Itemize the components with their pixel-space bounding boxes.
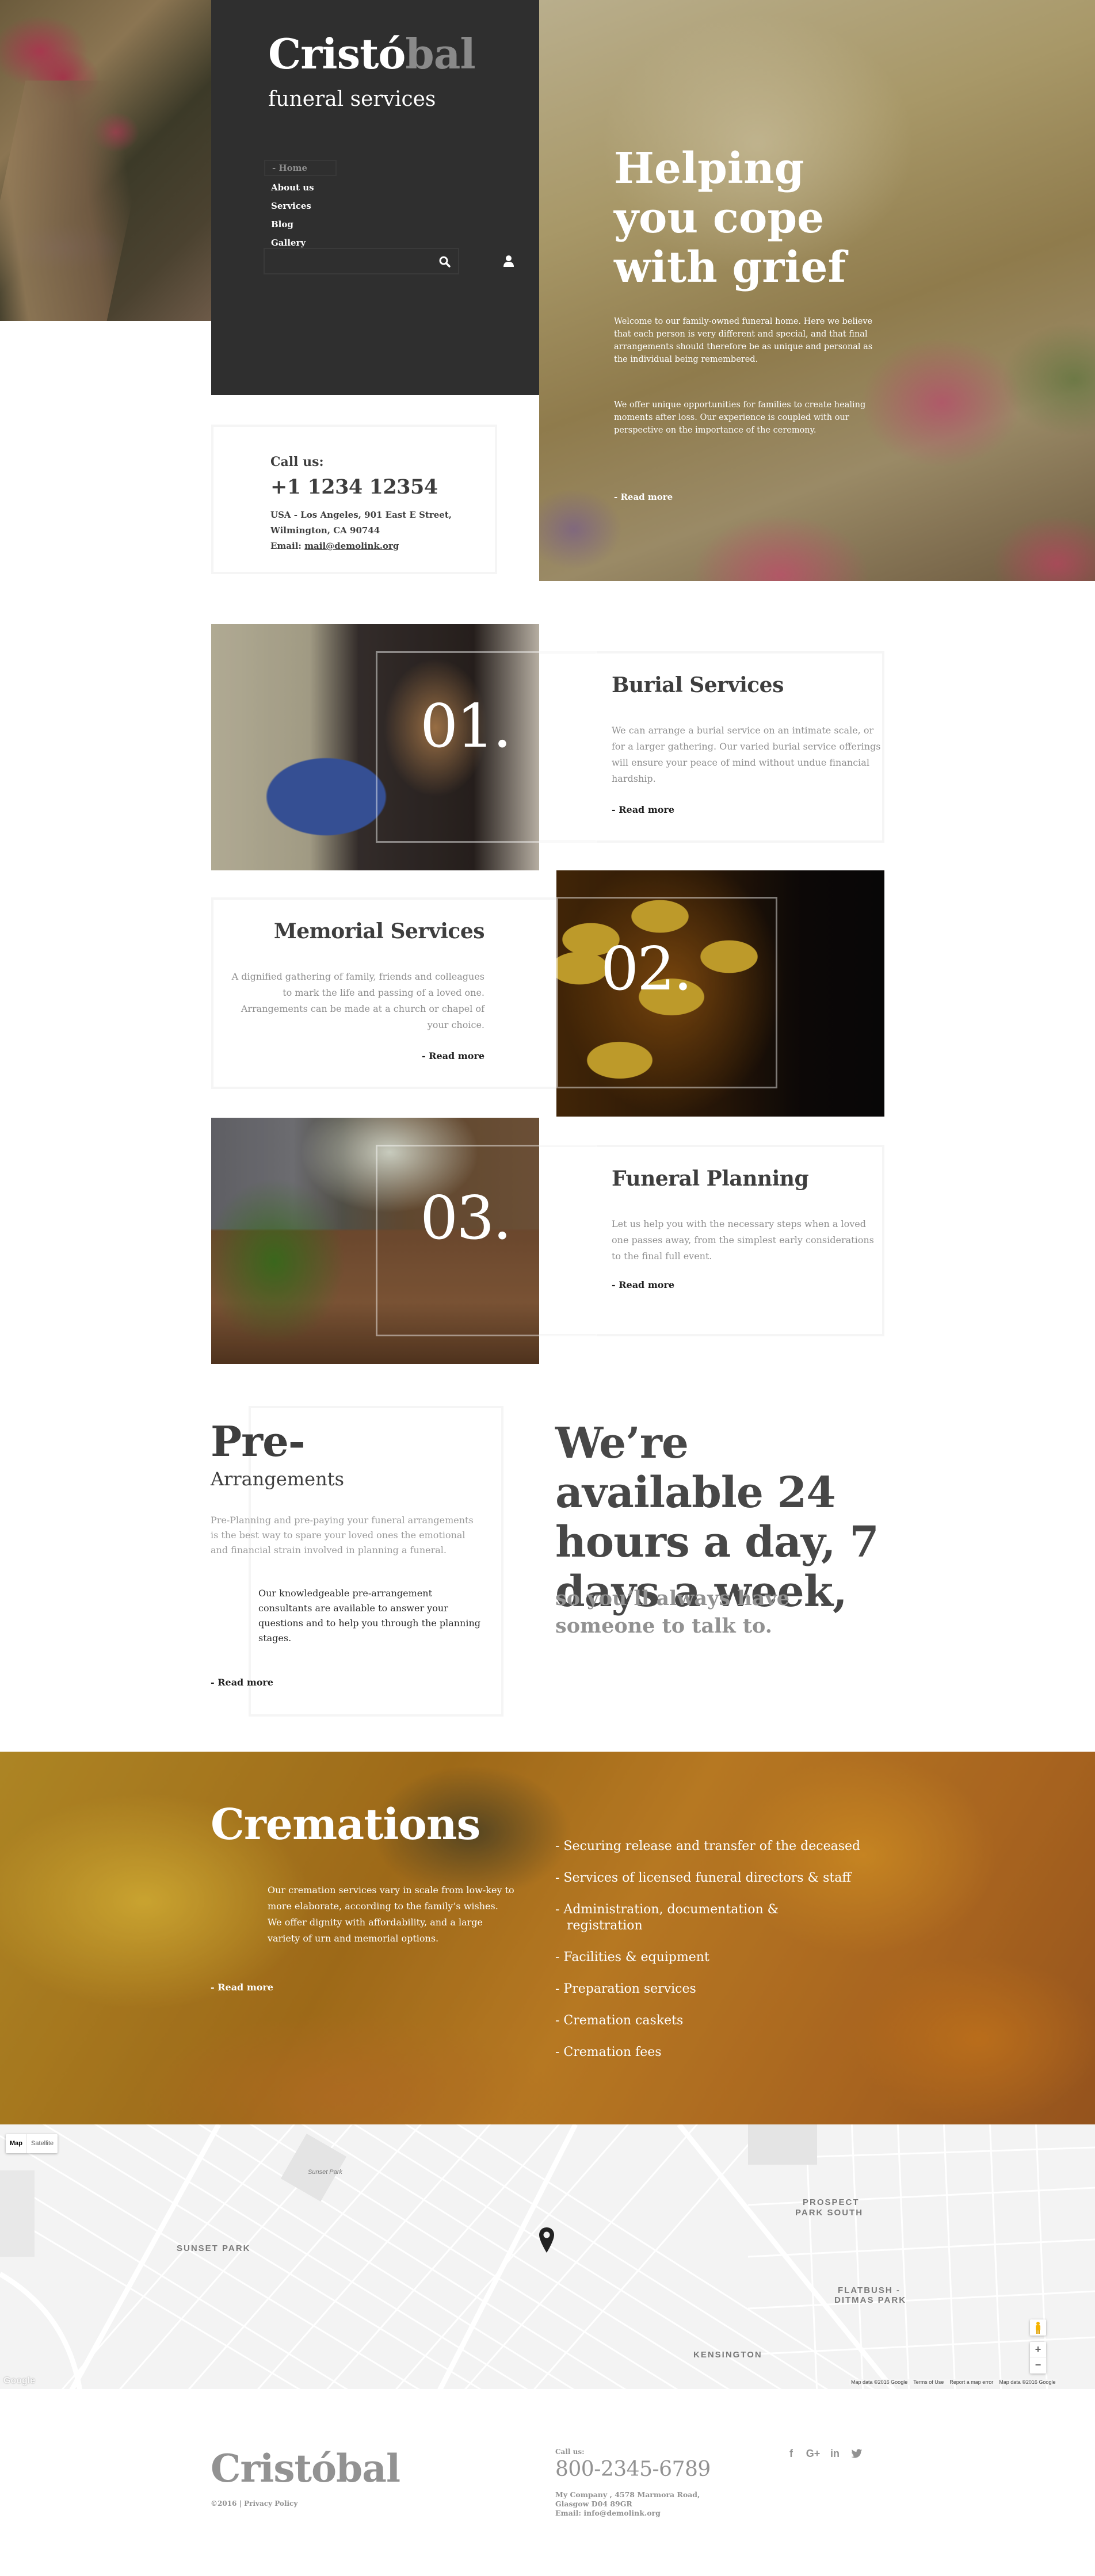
service-read-more-link[interactable]: - Read more	[612, 1279, 674, 1290]
pre-arrangements-title: Pre-	[211, 1417, 306, 1466]
list-item: - Preparation services	[555, 1982, 696, 1996]
nav-item-home[interactable]: - Home	[264, 160, 337, 176]
nav-item-about[interactable]: About us	[264, 178, 337, 197]
logo-tagline: funeral services	[268, 87, 436, 111]
footer-copyright: ©2016 | Privacy Policy	[211, 2499, 297, 2508]
service-card-memorial: Memorial Services A dignified gathering …	[211, 897, 556, 1089]
list-item: - Securing release and transfer of the d…	[555, 1839, 861, 1853]
pre-arrangements-paragraph-1: Pre-Planning and pre-paying your funeral…	[211, 1515, 474, 1555]
email-row: Email: mail@demolink.org	[270, 538, 489, 554]
map-type-map-button[interactable]: Map	[6, 2134, 27, 2153]
service-text: We can arrange a burial service on an in…	[612, 725, 881, 784]
email-label: Email:	[270, 541, 305, 551]
list-item: - Services of licensed funeral directors…	[555, 1871, 851, 1885]
pre-arrangements-read-more-link[interactable]: - Read more	[211, 1677, 273, 1688]
user-icon[interactable]	[502, 254, 515, 268]
logo-part1: Cristó	[268, 29, 406, 78]
nav-item-services[interactable]: Services	[264, 197, 337, 215]
pre-arrangements-paragraph-2: Our knowledgeable pre-arrangement consul…	[258, 1588, 481, 1644]
footer-logo[interactable]: Cristóbal	[211, 2449, 400, 2487]
map-zoom-control: + −	[1030, 2342, 1046, 2374]
map-zoom-in-button[interactable]: +	[1030, 2342, 1046, 2357]
map-label-sunset-park-small: Sunset Park	[308, 2169, 342, 2176]
map-label-prospect-park-south-1: PROSPECT	[803, 2197, 860, 2207]
search-box	[264, 248, 459, 274]
logo-part2: bal	[405, 29, 475, 78]
service-number: 01.	[420, 691, 512, 761]
cremations-read-more-link[interactable]: - Read more	[211, 1982, 273, 1993]
hero-title: Helping you cope with grief	[614, 144, 846, 292]
map-attribution: Map data ©2016 Google Terms of Use Repor…	[849, 2379, 1058, 2385]
google-plus-icon[interactable]: G+	[806, 2448, 821, 2459]
street-view-pegman-icon[interactable]	[1030, 2319, 1046, 2336]
map-zoom-out-button[interactable]: −	[1030, 2357, 1046, 2373]
map-type-control: Map Satellite	[6, 2134, 58, 2153]
address-line-2: Wilmington, CA 90744	[270, 525, 380, 536]
footer-call-label: Call us:	[555, 2448, 585, 2456]
map-label-sunset-park: SUNSET PARK	[177, 2244, 251, 2253]
address-line-1: USA - Los Angeles, 901 East E Street,	[270, 510, 452, 520]
service-read-more-link[interactable]: - Read more	[422, 1050, 484, 1061]
cremations-section-background	[0, 1752, 1095, 2124]
list-item: - Administration, documentation & regist…	[555, 1902, 779, 1933]
footer-phone[interactable]: 800-2345-6789	[555, 2457, 711, 2481]
service-title: Funeral Planning	[612, 1167, 809, 1191]
hero-paragraph-2: We offer unique opportunities for famili…	[614, 400, 866, 435]
map-data-text: Map data ©2016 Google	[999, 2379, 1056, 2385]
contact-address: USA - Los Angeles, 901 East E Street, Wi…	[270, 507, 489, 554]
map-label-kensington: KENSINGTON	[693, 2350, 762, 2360]
map-streets	[0, 2124, 1095, 2389]
service-number: 02.	[601, 934, 692, 1004]
service-number: 03.	[420, 1183, 512, 1253]
copyright-text: ©2016 |	[211, 2499, 245, 2508]
hero-read-more-link[interactable]: - Read more	[614, 492, 673, 502]
privacy-policy-link[interactable]: Privacy Policy	[244, 2499, 297, 2508]
service-title: Burial Services	[612, 673, 784, 697]
service-read-more-link[interactable]: - Read more	[612, 804, 674, 815]
logo[interactable]: Cristóbal	[268, 33, 476, 75]
service-text: A dignified gathering of family, friends…	[231, 971, 484, 1030]
cremations-list: - Securing release and transfer of the d…	[555, 1839, 901, 2076]
list-item: - Cremation fees	[555, 2045, 662, 2059]
service-title: Memorial Services	[273, 919, 485, 943]
search-icon[interactable]	[438, 255, 451, 268]
map-pin-icon[interactable]	[538, 2226, 555, 2254]
footer-address-line-2: Glasgow D04 89GR	[555, 2499, 632, 2508]
contact-card: Call us: +1 1234 12354 USA - Los Angeles…	[211, 425, 497, 574]
sidebar: Cristóbal funeral services - Home About …	[211, 0, 539, 395]
email-link[interactable]: mail@demolink.org	[304, 541, 399, 551]
map-label-flatbush-1: FLATBUSH -	[838, 2285, 901, 2295]
search-input[interactable]	[265, 249, 432, 273]
footer-address-line-1: My Company , 4578 Marmora Road,	[555, 2490, 700, 2499]
pre-arrangements-subtitle: Arrangements	[211, 1468, 344, 1490]
hero-left-image	[0, 0, 211, 321]
cremations-title: Cremations	[211, 1800, 480, 1849]
hero-paragraph-1: Welcome to our family-owned funeral home…	[614, 317, 873, 364]
call-us-label: Call us:	[270, 454, 324, 469]
cremations-paragraph: Our cremation services vary in scale fro…	[268, 1885, 514, 1944]
availability-subtitle: so you’ll always have someone to talk to…	[555, 1587, 790, 1638]
list-item: - Facilities & equipment	[555, 1950, 709, 1965]
map-label-prospect-park-south-2: PARK SOUTH	[795, 2208, 864, 2218]
google-logo: Google	[3, 2376, 36, 2386]
report-map-error-link[interactable]: Report a map error	[949, 2379, 993, 2385]
map[interactable]: Map Satellite	[0, 2124, 1095, 2389]
map-label-flatbush-2: DITMAS PARK	[834, 2295, 907, 2305]
twitter-icon[interactable]	[851, 2448, 863, 2459]
terms-of-use-link[interactable]: Terms of Use	[913, 2379, 944, 2385]
footer-address: My Company , 4578 Marmora Road, Glasgow …	[555, 2490, 728, 2518]
service-text: Let us help you with the necessary steps…	[612, 1218, 874, 1262]
social-links: f G+ in	[785, 2448, 863, 2459]
nav-item-blog[interactable]: Blog	[264, 215, 337, 234]
linkedin-icon[interactable]: in	[829, 2448, 841, 2459]
footer-email[interactable]: Email: info@demolink.org	[555, 2509, 728, 2518]
contact-phone[interactable]: +1 1234 12354	[270, 475, 438, 499]
list-item: - Cremation caskets	[555, 2013, 684, 2028]
map-type-satellite-button[interactable]: Satellite	[27, 2134, 58, 2153]
map-data-text: Map data ©2016 Google	[851, 2379, 908, 2385]
facebook-icon[interactable]: f	[785, 2448, 797, 2459]
